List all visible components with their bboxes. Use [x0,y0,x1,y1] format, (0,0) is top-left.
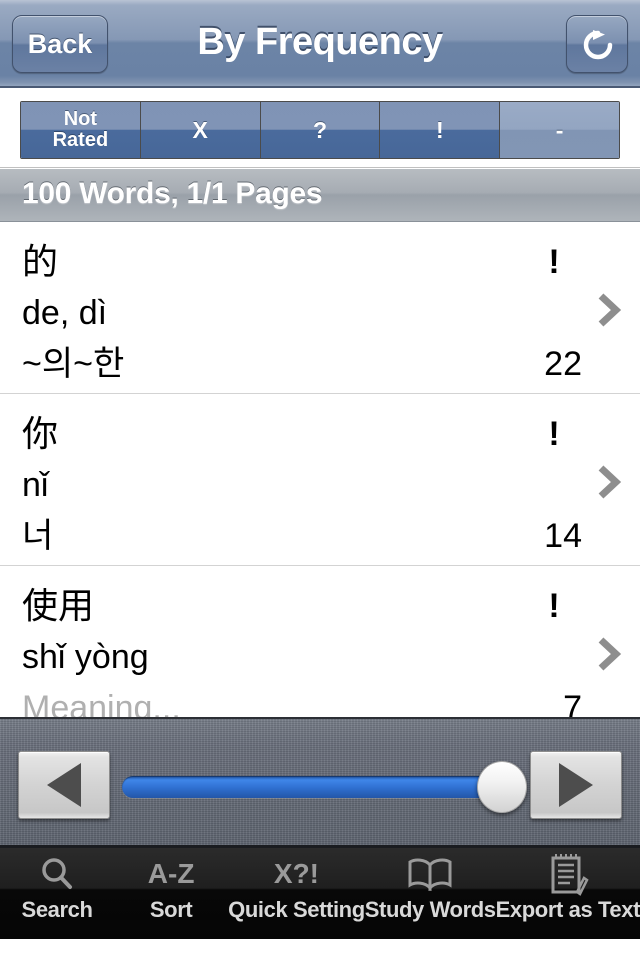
row-pinyin: de, dì [22,294,108,332]
search-icon [37,853,77,895]
row-rating-badge: ! [548,415,560,453]
toolbar-label-sort: Sort [149,897,193,922]
toolbar-label-study-words: Study Words [364,897,496,922]
row-pinyin: nǐ [22,466,49,504]
row-rating-badge: ! [548,243,560,281]
table-row[interactable]: 使用 shǐ yòng Meaning... ! 7 [0,566,640,717]
page-slider-track[interactable] [122,776,512,798]
page-slider-thumb[interactable] [477,761,527,813]
table-row[interactable]: 你 nǐ 너 ! 14 [0,394,640,566]
open-book-icon [407,853,453,895]
rating-filter-bar: Not Rated X ? ! - [0,88,640,168]
app-root: By Frequency Back Not Rated X ? ! - 100 … [0,0,640,960]
row-frequency-count: 22 [544,345,582,383]
sort-az-icon: A-Z [147,858,195,889]
row-frequency-count: 14 [544,517,582,555]
toolbar-item-quick-setting[interactable]: X?! Quick Setting [228,848,365,939]
rating-xqe-icon: X?! [273,858,320,889]
segment-question[interactable]: ? [260,102,381,158]
notepad-pencil-icon [547,853,589,896]
toolbar-label-search: Search [21,897,93,922]
table-row[interactable]: 的 de, dì ~의~한 ! 22 [0,222,640,394]
navigation-bar: By Frequency Back [0,0,640,88]
toolbar-label-quick-setting: Quick Setting [228,897,365,922]
refresh-button[interactable] [566,15,628,73]
toolbar-item-sort[interactable]: A-Z Sort [114,848,228,939]
previous-page-button[interactable] [18,751,110,819]
segment-dash[interactable]: - [500,102,619,158]
toolbar-item-study-words[interactable]: Study Words [365,848,496,939]
row-frequency-count: 7 [563,689,582,717]
segment-exclamation[interactable]: ! [380,102,501,158]
word-list: 的 de, dì ~의~한 ! 22 你 nǐ 너 ! 14 使用 shǐ yò… [0,222,640,717]
segmented-control[interactable]: Not Rated X ? ! - [20,101,620,159]
refresh-icon [567,16,627,72]
toolbar-item-export-as-text[interactable]: Export as Text [496,848,640,939]
section-header: 100 Words, 1/1 Pages [0,168,640,222]
segment-not-rated[interactable]: Not Rated [21,102,141,158]
triangle-right-icon [559,763,593,807]
segment-x[interactable]: X [140,102,261,158]
chevron-right-icon [596,462,622,502]
back-button[interactable]: Back [12,15,108,73]
row-pinyin: shǐ yòng [22,638,149,676]
chevron-right-icon [596,634,622,674]
bottom-toolbar: Search A-Z Sort X?! Quick Setting Study … [0,848,640,939]
toolbar-label-export-as-text: Export as Text [495,897,640,922]
triangle-left-icon [47,763,81,807]
next-page-button[interactable] [530,751,622,819]
chevron-right-icon [596,290,622,330]
page-slider-bar [0,717,640,848]
row-rating-badge: ! [548,587,560,625]
toolbar-item-search[interactable]: Search [0,848,114,939]
